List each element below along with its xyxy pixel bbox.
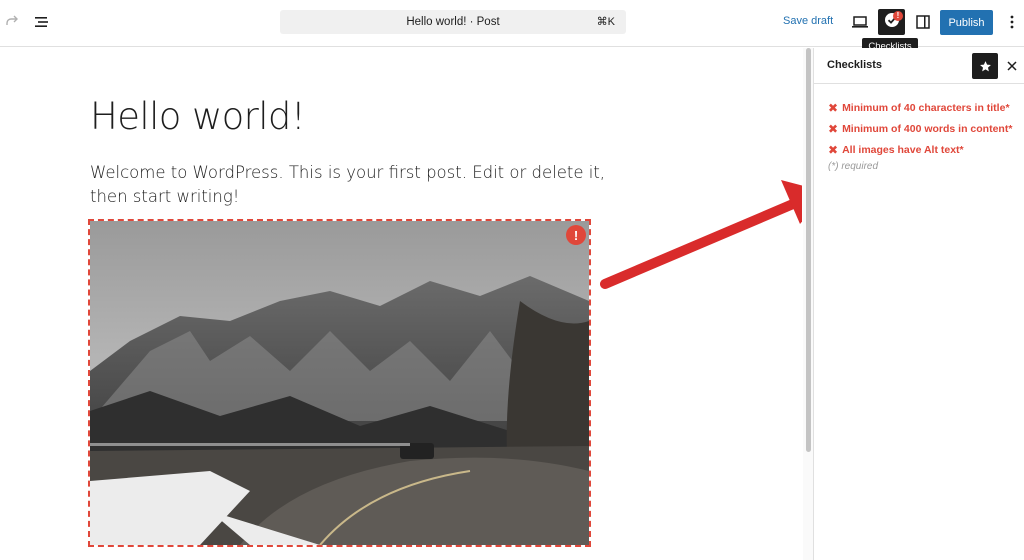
checklist-item-word-count: ✖ Minimum of 400 words in content*: [828, 118, 1012, 139]
checklist-item-label: All images have Alt text*: [842, 143, 964, 156]
red-annotation-arrow: [600, 180, 802, 289]
sidebar-header: Checklists: [814, 48, 1024, 84]
required-note: (*) required: [828, 161, 879, 172]
editor-canvas: Hello world! Welcome to WordPress. This …: [0, 48, 802, 560]
image-block[interactable]: !: [88, 219, 591, 547]
more-vertical-icon[interactable]: [1002, 12, 1022, 32]
scrollbar-thumb[interactable]: [806, 48, 811, 452]
checklists-sidebar: Checklists ✖ Minimum of 40 characters in…: [813, 48, 1024, 560]
checklist-warning-badge: !: [893, 11, 903, 21]
publish-button[interactable]: Publish: [940, 10, 993, 35]
fail-x-icon: ✖: [828, 100, 839, 115]
post-paragraph[interactable]: Welcome to WordPress. This is your first…: [90, 161, 610, 209]
image-warning-icon: !: [566, 225, 586, 245]
star-icon[interactable]: [972, 53, 998, 79]
document-title: Hello world! · Post: [406, 16, 500, 28]
checklists-button[interactable]: !: [878, 9, 905, 35]
command-palette-bar[interactable]: Hello world! · Post ⌘K: [280, 10, 626, 34]
fail-x-icon: ✖: [828, 142, 839, 157]
mountain-road-image: [90, 221, 589, 545]
save-draft-button[interactable]: Save draft: [783, 15, 833, 27]
close-icon[interactable]: [1004, 58, 1020, 74]
checklist-item-label: Minimum of 40 characters in title*: [842, 101, 1010, 114]
checklist-item-label: Minimum of 400 words in content*: [842, 122, 1013, 135]
post-title[interactable]: Hello world!: [90, 95, 306, 138]
laptop-icon[interactable]: [850, 12, 870, 32]
list-view-icon[interactable]: [32, 12, 52, 32]
sidebar-toggle-icon[interactable]: [913, 12, 933, 32]
keyboard-shortcut: ⌘K: [596, 16, 615, 28]
checklist-item-alt-text: ✖ All images have Alt text*: [828, 139, 1012, 160]
checklist-item-title-length: ✖ Minimum of 40 characters in title*: [828, 97, 1012, 118]
fail-x-icon: ✖: [828, 121, 839, 136]
redo-icon[interactable]: [2, 12, 22, 32]
editor-app: Hello world! · Post ⌘K Save draft ! Publ…: [0, 0, 1024, 560]
sidebar-title: Checklists: [827, 59, 883, 71]
checklist-items: ✖ Minimum of 40 characters in title* ✖ M…: [828, 97, 1012, 173]
